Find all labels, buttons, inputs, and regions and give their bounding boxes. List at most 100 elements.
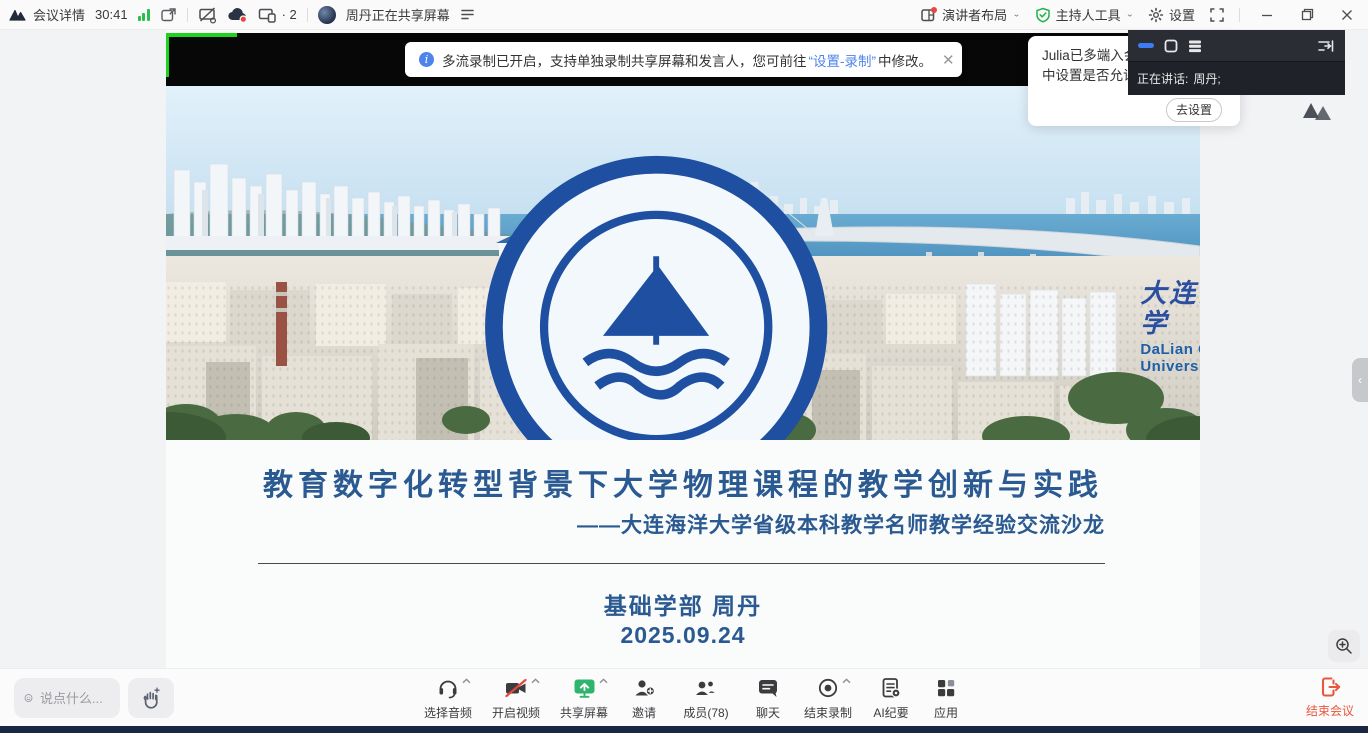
notice-text: 多流录制已开启，支持单独录制共享屏幕和发言人，您可前往 <box>442 50 807 70</box>
chevron-down-icon: ⌄ <box>1012 10 1020 19</box>
multi-device-indicator[interactable]: · 2 <box>258 7 297 23</box>
meeting-details-label: 会议详情 <box>33 5 85 24</box>
network-signal-icon[interactable] <box>138 9 150 21</box>
meeting-logo-icon <box>8 7 28 23</box>
open-window-icon[interactable] <box>160 7 177 23</box>
leave-meeting-icon <box>1318 675 1342 699</box>
screen-record-off-icon[interactable] <box>198 6 217 24</box>
slide-presenter: 基础学部 周丹 <box>166 587 1200 621</box>
settings-label: 设置 <box>1169 5 1195 24</box>
minimize-panel-icon[interactable] <box>1138 43 1154 48</box>
sharer-avatar <box>318 6 336 24</box>
ai-notes-button[interactable]: AI纪要 <box>868 675 914 721</box>
devices-icon <box>258 7 277 23</box>
go-to-settings-button[interactable]: 去设置 <box>1166 98 1222 122</box>
minimize-button[interactable] <box>1254 4 1280 26</box>
chevron-down-icon: ⌄ <box>1126 10 1134 19</box>
bottom-toolbar: 选择音频 开启视频 共享屏幕 邀请 成员(78) <box>0 668 1368 726</box>
meeting-timer: 30:41 <box>95 7 128 22</box>
quick-chat-input[interactable] <box>40 691 110 706</box>
watermark-logo <box>1299 98 1339 124</box>
chat-icon <box>756 676 780 700</box>
invite-icon <box>632 676 656 700</box>
raise-hand-button[interactable] <box>128 678 174 718</box>
invite-button[interactable]: 邀请 <box>624 675 664 721</box>
toolbar-label: AI纪要 <box>873 704 908 721</box>
members-icon <box>693 676 719 700</box>
settings-button[interactable]: 设置 <box>1148 5 1195 24</box>
speaking-name: 周丹; <box>1193 70 1220 87</box>
university-logo <box>186 150 1126 440</box>
close-button[interactable] <box>1334 4 1360 26</box>
window-view-icon[interactable] <box>1164 39 1178 53</box>
bottom-edge-strip <box>0 726 1368 733</box>
toolbar-label: 选择音频 <box>424 704 472 721</box>
stop-record-icon <box>816 676 840 700</box>
chevron-up-icon[interactable] <box>599 678 608 684</box>
shield-check-icon <box>1035 7 1051 23</box>
toolbar-center-group: 选择音频 开启视频 共享屏幕 邀请 成员(78) <box>420 675 966 721</box>
meeting-window: 会议详情 30:41 · 2 周丹正在共享屏幕 <box>0 0 1368 733</box>
stop-record-button[interactable]: 结束录制 <box>800 675 856 721</box>
sharing-status-text: 周丹正在共享屏幕 <box>346 5 450 24</box>
headset-icon <box>436 676 460 700</box>
divider <box>187 8 188 22</box>
apps-button[interactable]: 应用 <box>926 675 966 721</box>
emoji-icon[interactable] <box>24 689 33 707</box>
meeting-details[interactable]: 会议详情 <box>8 5 85 24</box>
quick-chat-input-wrap[interactable] <box>14 678 120 718</box>
speaking-label: 正在讲话: <box>1137 70 1188 87</box>
speaker-layout-icon <box>920 7 937 23</box>
toolbar-label: 应用 <box>934 704 958 721</box>
cloud-record-icon[interactable] <box>227 6 248 23</box>
chevron-up-icon[interactable] <box>462 678 471 684</box>
university-name-en: DaLian Ocean University <box>1140 341 1200 375</box>
end-meeting-button[interactable]: 结束会议 <box>1306 675 1354 719</box>
zoom-in-button[interactable] <box>1328 630 1360 662</box>
members-button[interactable]: 成员(78) <box>676 675 736 721</box>
share-screen-icon <box>572 676 597 700</box>
share-border-indicator <box>166 33 169 77</box>
chevron-up-icon[interactable] <box>531 678 540 684</box>
layout-switcher[interactable]: 演讲者布局 ⌄ <box>920 5 1020 24</box>
sharing-signal-icon[interactable] <box>460 8 475 21</box>
top-toolbar: 会议详情 30:41 · 2 周丹正在共享屏幕 <box>0 0 1368 30</box>
raise-hand-icon <box>140 687 162 709</box>
expand-panel-icon[interactable] <box>1317 39 1335 53</box>
recording-notice-banner: i 多流录制已开启，支持单独录制共享屏幕和发言人，您可前往 “设置-录制” 中修… <box>405 42 962 77</box>
slide-date: 2025.09.24 <box>166 622 1200 649</box>
apps-icon <box>934 676 958 700</box>
end-meeting-label: 结束会议 <box>1306 702 1354 719</box>
university-name-cn: 大连海洋大学 <box>1140 279 1200 339</box>
slide-divider <box>258 563 1105 564</box>
restore-button[interactable] <box>1294 4 1320 26</box>
ai-notes-icon <box>879 676 903 700</box>
settings-record-link[interactable]: “设置-录制” <box>809 50 877 70</box>
info-icon: i <box>419 52 434 67</box>
divider <box>307 8 308 22</box>
toolbar-label: 开启视频 <box>492 704 540 721</box>
toolbar-label: 共享屏幕 <box>560 704 608 721</box>
chevron-up-icon[interactable] <box>842 678 851 684</box>
toolbar-label: 聊天 <box>756 704 780 721</box>
start-video-button[interactable]: 开启视频 <box>488 675 544 721</box>
sidebar-collapse-handle[interactable]: ‹ <box>1352 358 1368 402</box>
chat-button[interactable]: 聊天 <box>748 675 788 721</box>
toolbar-label: 结束录制 <box>804 704 852 721</box>
host-tools[interactable]: 主持人工具 ⌄ <box>1035 5 1134 24</box>
slide-subtitle: ——大连海洋大学省级本科教学名师教学经验交流沙龙 <box>166 509 1200 539</box>
select-audio-button[interactable]: 选择音频 <box>420 675 476 721</box>
magnifier-plus-icon <box>1335 637 1353 655</box>
device-count: · 2 <box>282 7 297 22</box>
gear-icon <box>1148 7 1164 23</box>
close-icon[interactable]: ✕ <box>932 51 955 69</box>
speaker-layout-label: 演讲者布局 <box>942 5 1007 24</box>
fullscreen-icon[interactable] <box>1209 7 1225 23</box>
slide-cover-photo: 大连海洋大学 DaLian Ocean University <box>166 86 1200 440</box>
host-tools-label: 主持人工具 <box>1056 5 1121 24</box>
divider <box>1239 8 1240 22</box>
list-view-icon[interactable] <box>1188 39 1202 53</box>
share-screen-button[interactable]: 共享屏幕 <box>556 675 612 721</box>
floating-speaker-panel: 正在讲话: 周丹; <box>1128 30 1345 95</box>
slide-title: 教育数字化转型背景下大学物理课程的教学创新与实践 <box>166 460 1200 504</box>
